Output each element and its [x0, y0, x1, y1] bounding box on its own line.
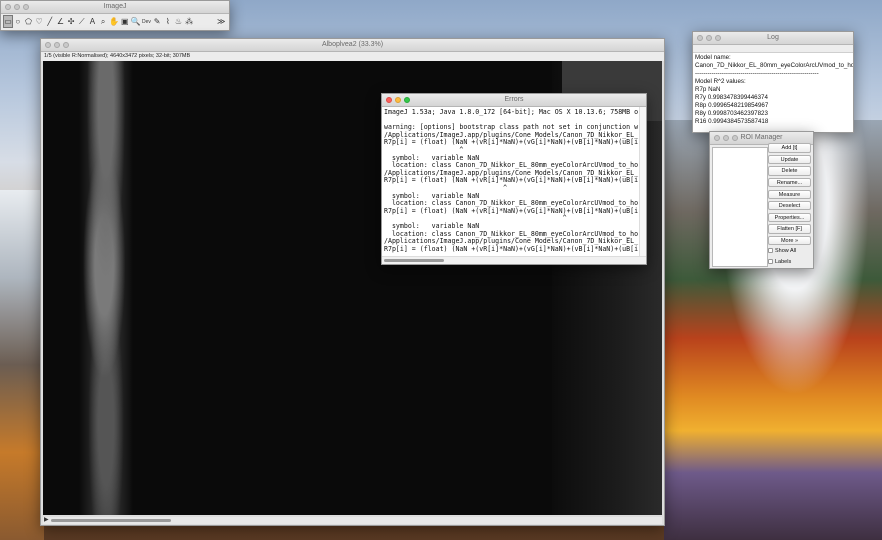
more-button[interactable]: More » — [768, 235, 811, 246]
blank-tool-icon[interactable] — [195, 15, 206, 28]
measure-button[interactable]: Measure — [768, 189, 811, 199]
image-info-bar: 1/5 (visible R:Normalised); 4640x3472 pi… — [41, 52, 664, 61]
toolbar-title: ImageJ — [103, 3, 127, 10]
blank-tool-2-icon[interactable] — [206, 15, 217, 28]
image-title: Alboplvea2 (33.3%) — [321, 41, 384, 48]
flood-tool-icon[interactable]: ♨ — [174, 15, 185, 28]
checkbox-box[interactable] — [768, 259, 773, 265]
errors-window: Errors ImageJ 1.53a; Java 1.8.0_172 [64-… — [381, 93, 647, 265]
scrollbar-thumb[interactable] — [51, 519, 171, 522]
errors-vertical-scrollbar[interactable] — [639, 107, 646, 257]
show-all-label: Show All — [775, 247, 797, 254]
errors-titlebar[interactable]: Errors — [382, 94, 646, 107]
roi-manager-window: ROI Manager Add [t] Update Delete Rename… — [709, 131, 814, 269]
errors-text-area[interactable]: ImageJ 1.53a; Java 1.8.0_172 [64-bit]; M… — [382, 107, 646, 259]
rectangle-tool-icon[interactable]: ▭ — [3, 15, 13, 28]
angle-tool-icon[interactable]: ∠ — [56, 15, 67, 28]
point-tool-icon[interactable]: ✣ — [66, 15, 77, 28]
brush-tool-icon[interactable]: ⌇ — [163, 15, 174, 28]
desktop-wallpaper-left — [0, 190, 44, 540]
polygon-tool-icon[interactable]: ⬠ — [24, 15, 35, 28]
delete-button[interactable]: Delete — [768, 166, 811, 176]
update-button[interactable]: Update — [768, 154, 811, 165]
text-tool-icon[interactable]: A — [88, 15, 99, 28]
wand-tool-icon[interactable]: ⟋ — [77, 15, 88, 28]
show-all-checkbox[interactable]: Show All — [768, 245, 811, 256]
labels-checkbox[interactable]: Labels — [768, 256, 811, 267]
more-tools-icon[interactable]: ≫ — [216, 15, 227, 28]
log-title: Log — [767, 34, 779, 41]
rename-button[interactable]: Rename... — [768, 177, 811, 188]
errors-title: Errors — [504, 96, 524, 103]
deselect-button[interactable]: Deselect — [768, 201, 811, 211]
specimen-image — [61, 61, 151, 515]
hand-tool-icon[interactable]: ✋ — [109, 15, 120, 28]
roi-button-column: Add [t] Update Delete Rename... Measure … — [768, 141, 811, 267]
checkbox-box[interactable] — [768, 248, 773, 254]
imagej-toolbar-window: ImageJ ▭ ○ ⬠ ♡ ╱ ∠ ✣ ⟋ A ⌕ ✋ ▣ 🔍 Dev ✎ ⌇ ♨ ⁂ ≫ — [0, 0, 230, 31]
dev-tool-icon[interactable]: Dev — [142, 15, 153, 28]
tool-buttons: ▭ ○ ⬠ ♡ ╱ ∠ ✣ ⟋ A ⌕ ✋ ▣ 🔍 Dev ✎ ⌇ ♨ ⁂ ≫ — [1, 14, 229, 29]
pencil-tool-icon[interactable]: ✎ — [152, 15, 163, 28]
toolbar-titlebar[interactable]: ImageJ — [1, 1, 229, 14]
log-window: Log Model name: Canon_7D_Nikkor_EL_80mm_… — [692, 31, 854, 133]
roi-list[interactable] — [712, 147, 768, 267]
image-titlebar[interactable]: Alboplvea2 (33.3%) — [41, 39, 664, 52]
log-text-area[interactable]: Model name: Canon_7D_Nikkor_EL_80mm_eyeC… — [693, 53, 853, 127]
flatten-button[interactable]: Flatten [F] — [768, 224, 811, 234]
properties-button[interactable]: Properties... — [768, 212, 811, 223]
errors-horizontal-scrollbar[interactable] — [382, 256, 646, 264]
dropper-tool-icon[interactable]: ▣ — [120, 15, 131, 28]
add-button[interactable]: Add [t] — [768, 143, 811, 153]
magnifier-tool-icon[interactable]: ⌕ — [98, 15, 109, 28]
play-arrow-icon[interactable]: ▶ — [44, 517, 49, 524]
oval-tool-icon[interactable]: ○ — [13, 15, 24, 28]
zoom-tool-icon[interactable]: 🔍 — [131, 15, 142, 28]
log-menu-bar — [693, 45, 853, 53]
freehand-tool-icon[interactable]: ♡ — [34, 15, 45, 28]
labels-label: Labels — [775, 258, 792, 265]
log-titlebar[interactable]: Log — [693, 32, 853, 45]
scrollbar-thumb[interactable] — [384, 259, 444, 262]
image-scrollbar[interactable]: ▶ — [43, 517, 662, 524]
line-tool-icon[interactable]: ╱ — [45, 15, 56, 28]
spray-tool-icon[interactable]: ⁂ — [184, 15, 195, 28]
